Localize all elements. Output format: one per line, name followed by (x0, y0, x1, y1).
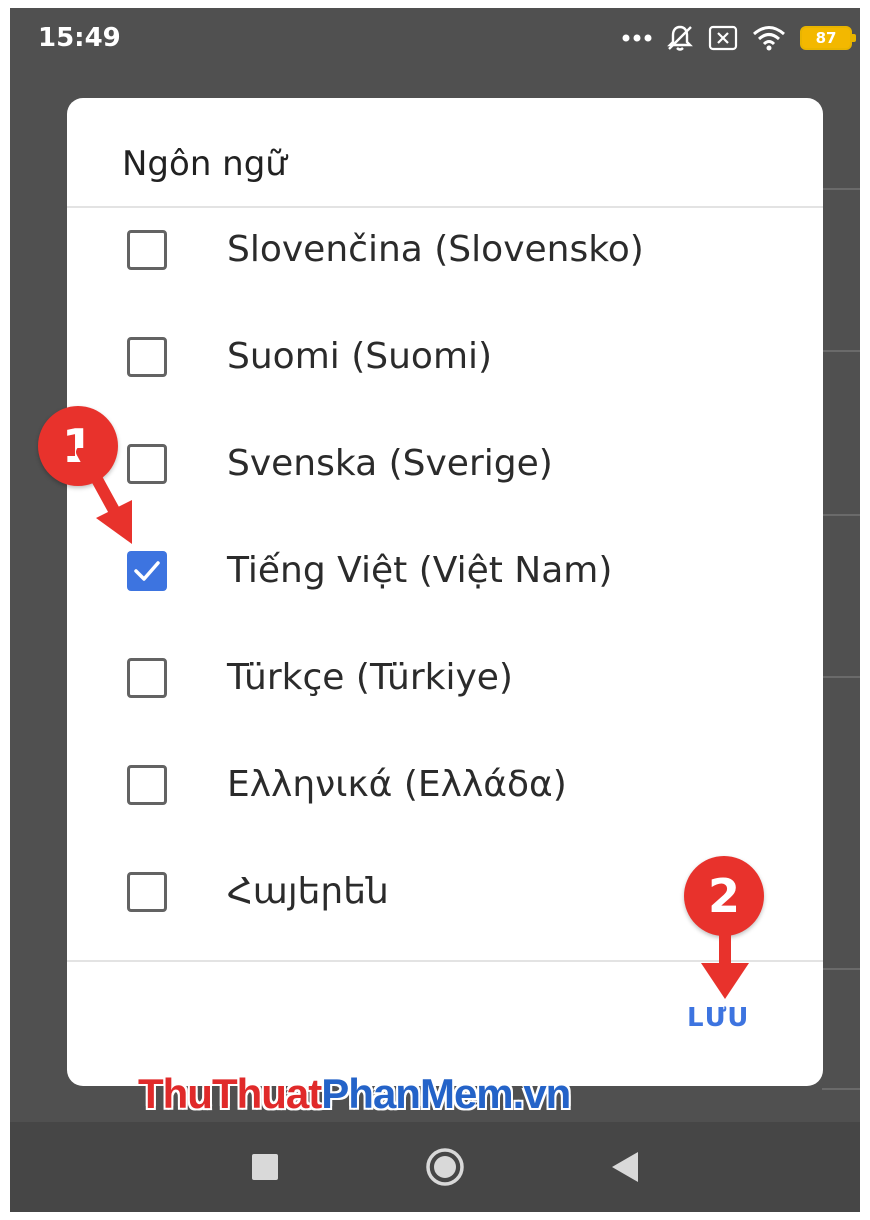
watermark-part: ThuThuat (138, 1070, 322, 1117)
status-time: 15:49 (38, 23, 121, 53)
language-item[interactable]: Svenska (Sverige) (67, 410, 823, 517)
language-label: Türkçe (Türkiye) (227, 657, 513, 698)
checkbox[interactable] (127, 871, 167, 912)
watermark-part: .vn (512, 1070, 572, 1117)
checkbox-checked[interactable] (127, 550, 167, 591)
language-label: Slovenčina (Slovensko) (227, 229, 644, 270)
arrow-down-icon (701, 925, 749, 999)
language-item[interactable]: Ελληνικά (Ελλάδα) (67, 731, 823, 838)
checkbox[interactable] (127, 764, 167, 805)
phone-screen: 15:49 87 Ngôn ngữ Slovenčina (Slovensko)… (10, 8, 860, 1212)
checkmark-icon (134, 560, 160, 581)
recents-button[interactable] (235, 1122, 295, 1212)
language-label: Ελληνικά (Ελλάδα) (227, 764, 567, 805)
wifi-icon (753, 26, 785, 51)
checkbox[interactable] (127, 657, 167, 698)
dialog-title: Ngôn ngữ (122, 144, 287, 184)
sim-disabled-icon (708, 25, 738, 51)
language-label: Հայերեն (227, 871, 389, 912)
language-item[interactable]: Tiếng Việt (Việt Nam) (67, 517, 823, 624)
more-dots-icon (622, 34, 652, 42)
arrow-down-right-icon (76, 448, 132, 544)
language-item[interactable]: Suomi (Suomi) (67, 303, 823, 410)
back-button[interactable] (595, 1122, 655, 1212)
circle-icon (426, 1148, 464, 1186)
checkbox[interactable] (127, 229, 167, 270)
watermark-part: PhanMem (321, 1070, 513, 1117)
checkbox[interactable] (127, 336, 167, 377)
language-item[interactable]: Slovenčina (Slovensko) (67, 196, 823, 303)
language-item[interactable]: Türkçe (Türkiye) (67, 624, 823, 731)
language-list[interactable]: Slovenčina (Slovensko) Suomi (Suomi) Sve… (67, 196, 823, 945)
square-icon (252, 1154, 278, 1180)
back-triangle-icon (612, 1152, 638, 1182)
bell-muted-icon (667, 25, 693, 51)
language-label: Svenska (Sverige) (227, 443, 553, 484)
battery-level: 87 (815, 29, 837, 47)
watermark-logo: ThuThuatPhanMem.vn (138, 1070, 572, 1118)
status-icons: 87 (622, 22, 856, 54)
navigation-bar (10, 1122, 860, 1212)
status-bar: 15:49 87 (10, 8, 860, 68)
home-button[interactable] (415, 1122, 475, 1212)
language-label: Suomi (Suomi) (227, 336, 493, 377)
language-label: Tiếng Việt (Việt Nam) (227, 550, 613, 591)
save-button[interactable]: LƯU (687, 1003, 749, 1033)
battery-icon: 87 (800, 26, 856, 50)
